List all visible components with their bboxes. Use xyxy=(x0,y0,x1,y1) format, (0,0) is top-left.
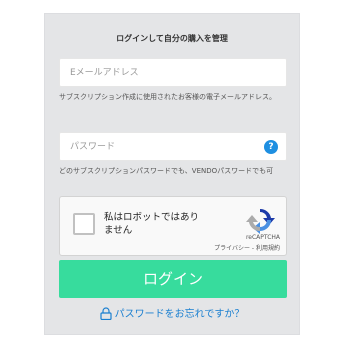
login-button[interactable]: ログイン xyxy=(59,260,287,298)
forgot-password-link[interactable]: パスワードをお忘れですか？ xyxy=(45,305,299,320)
recaptcha-logo-icon xyxy=(246,208,275,234)
login-panel: ログインして自分の購入を管理 サブスクリプション作成に使用されたお客様の電子メー… xyxy=(44,13,300,335)
recaptcha-label: 私はロボットではありません xyxy=(104,212,200,236)
password-hint: どのサブスクリプションパスワードでも、VENDOパスワードでも可 xyxy=(59,167,274,175)
email-field[interactable] xyxy=(59,58,287,87)
email-hint: サブスクリプション作成に使用されたお客様の電子メールアドレス。 xyxy=(59,93,276,101)
recaptcha-links[interactable]: プライバシー - 利用規約 xyxy=(214,243,280,252)
question-circle-icon[interactable]: ? xyxy=(264,140,278,154)
form-title: ログインして自分の購入を管理 xyxy=(116,34,228,43)
forgot-password-label: パスワードをお忘れですか？ xyxy=(114,309,245,320)
lock-icon xyxy=(100,307,112,320)
recaptcha-checkbox[interactable] xyxy=(73,213,95,235)
recaptcha-brand: reCAPTCHA xyxy=(245,234,280,241)
email-input[interactable] xyxy=(60,59,286,86)
password-input[interactable] xyxy=(60,133,286,160)
recaptcha-widget: 私はロボットではありません reCAPTCHA プライバシー - 利用規約 xyxy=(59,196,287,256)
password-field[interactable]: ? xyxy=(59,132,287,161)
